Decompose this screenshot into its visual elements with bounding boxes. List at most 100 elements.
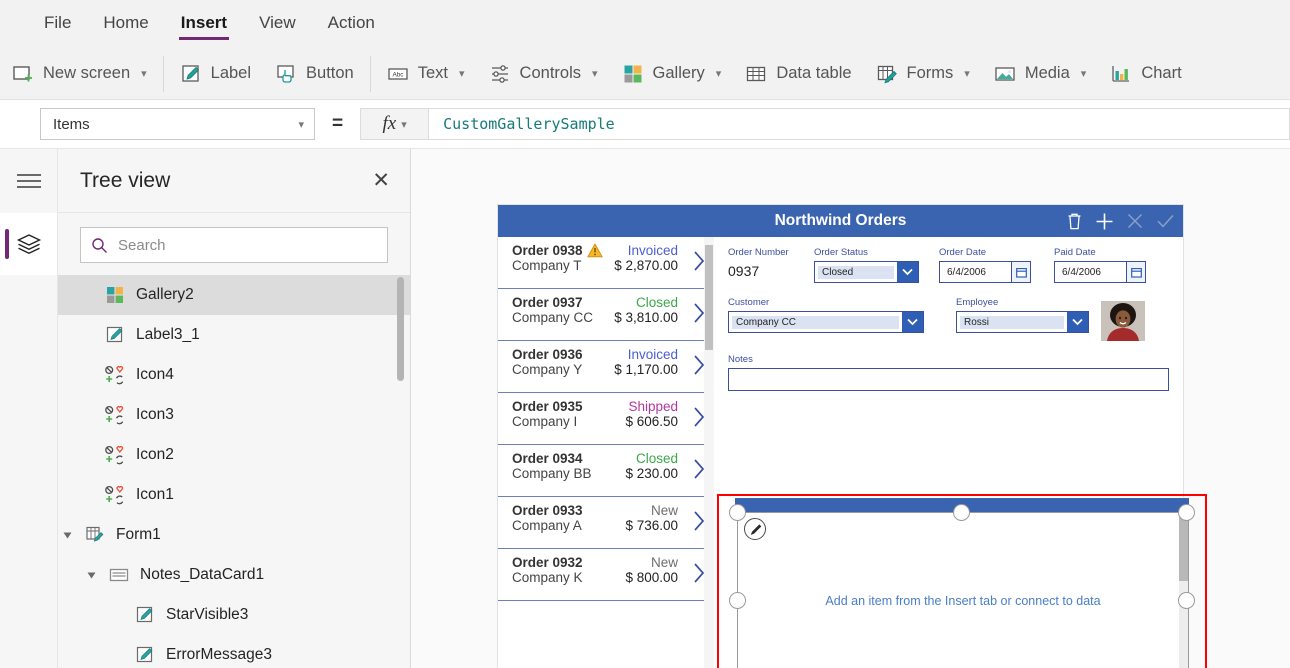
edit-gallery-button[interactable] — [744, 518, 766, 540]
new-screen-button[interactable]: New screen ▾ — [0, 54, 159, 94]
orders-gallery-scrollbar[interactable] — [704, 237, 714, 668]
tree-view-scrollbar[interactable] — [397, 275, 404, 668]
twisty-expanded-icon[interactable] — [60, 531, 74, 540]
order-row[interactable]: Order 0938 Invoiced Company T $ 2,870.00 — [498, 237, 714, 289]
controls-label: Controls — [519, 64, 581, 82]
order-status-label: Order Status — [814, 247, 868, 258]
chevron-down-icon[interactable] — [902, 312, 923, 332]
chevron-down-icon: ▾ — [459, 68, 465, 80]
order-row[interactable]: Order 0933 New Company A $ 736.00 — [498, 497, 714, 549]
inserted-gallery-body[interactable]: Add an item from the Insert tab or conne… — [737, 512, 1189, 668]
order-row[interactable]: Order 0936 Invoiced Company Y $ 1,170.00 — [498, 341, 714, 393]
media-button[interactable]: Media ▾ — [982, 54, 1098, 94]
menu-item-file[interactable]: File — [30, 7, 85, 42]
order-row[interactable]: Order 0934 Closed Company BB $ 230.00 — [498, 445, 714, 497]
cancel-icon[interactable] — [1126, 212, 1144, 230]
tree-node-label: Gallery2 — [136, 286, 194, 303]
chevron-down-icon[interactable] — [1067, 312, 1088, 332]
chevron-down-icon[interactable] — [897, 262, 918, 282]
menu-item-home[interactable]: Home — [89, 7, 162, 42]
resize-handle-middle-left[interactable] — [729, 592, 746, 609]
tree-node-label3-1[interactable]: Label3_1 — [58, 315, 410, 355]
delete-order-icon[interactable] — [1066, 212, 1083, 230]
hamburger-menu-button[interactable] — [0, 149, 57, 213]
paid-date-value: 6/4/2006 — [1062, 266, 1101, 278]
paid-date-picker[interactable]: 6/4/2006 — [1054, 261, 1146, 283]
resize-handle-middle-right[interactable] — [1178, 592, 1195, 609]
icons-group-icon — [104, 364, 126, 386]
tree-node-form1[interactable]: Form1 — [58, 515, 410, 555]
order-row-line2: Company A $ 736.00 — [512, 518, 704, 533]
menu-item-view[interactable]: View — [245, 7, 310, 42]
fx-button[interactable]: fx ▾ — [360, 108, 429, 140]
inserted-gallery-scroll-thumb[interactable] — [1179, 513, 1188, 581]
button-label: Button — [306, 64, 354, 82]
tree-view-panel: Tree view ✕ Search Gallery2 Label3_1 Ico… — [58, 149, 411, 668]
tree-node-notes-datacard1[interactable]: Notes_DataCard1 — [58, 555, 410, 595]
tree-node-label: Form1 — [116, 526, 161, 543]
inserted-gallery-scrollbar[interactable] — [1179, 513, 1188, 668]
order-status: Closed — [635, 295, 678, 310]
resize-handle-top-center[interactable] — [953, 504, 970, 521]
menu-item-action[interactable]: Action — [314, 7, 389, 42]
order-row[interactable]: Order 0932 New Company K $ 800.00 — [498, 549, 714, 601]
order-date-value: 6/4/2006 — [947, 266, 986, 278]
order-status-field: Order Status Closed — [814, 247, 939, 283]
button-button[interactable]: Button — [263, 54, 366, 94]
calendar-icon[interactable] — [1011, 262, 1030, 282]
tree-node-starvisible3[interactable]: StarVisible3 — [58, 595, 410, 635]
icons-group-icon — [104, 484, 126, 506]
tree-node-label: Label3_1 — [136, 326, 200, 343]
customer-dropdown[interactable]: Company CC — [728, 311, 924, 333]
order-date-label: Order Date — [939, 247, 986, 258]
resize-handle-top-right[interactable] — [1178, 504, 1195, 521]
controls-button[interactable]: Controls ▾ — [477, 54, 610, 94]
formula-input[interactable]: CustomGallerySample — [428, 108, 1290, 140]
add-order-icon[interactable] — [1095, 212, 1114, 231]
fx-icon: fx — [382, 113, 397, 134]
chart-button[interactable]: Chart — [1098, 54, 1193, 94]
order-status-dropdown[interactable]: Closed — [814, 261, 919, 283]
rail-item-tree-view[interactable] — [0, 213, 57, 275]
order-id: Order 0932 — [512, 555, 583, 570]
tree-view-scroll-thumb[interactable] — [397, 277, 404, 381]
tree-node-gallery2[interactable]: Gallery2 — [58, 275, 410, 315]
tree-node-icon3[interactable]: Icon3 — [58, 395, 410, 435]
gallery-button[interactable]: Gallery ▾ — [610, 54, 734, 94]
tree-node-icon4[interactable]: Icon4 — [58, 355, 410, 395]
icons-group-icon — [104, 444, 126, 466]
chevron-down-icon: ▾ — [592, 68, 598, 80]
inserted-gallery-selection[interactable]: Add an item from the Insert tab or conne… — [717, 494, 1207, 668]
order-date-picker[interactable]: 6/4/2006 — [939, 261, 1031, 283]
forms-button[interactable]: Forms ▾ — [864, 54, 982, 94]
property-selector[interactable]: Items ▾ — [40, 108, 315, 140]
tree-node-icon1[interactable]: Icon1 — [58, 475, 410, 515]
data-table-button[interactable]: Data table — [733, 54, 863, 94]
tree-node-label: Icon2 — [136, 446, 174, 463]
chevron-down-icon: ▾ — [298, 118, 304, 131]
tree-node-label: Icon3 — [136, 406, 174, 423]
employee-dropdown[interactable]: Rossi — [956, 311, 1089, 333]
twisty-expanded-icon[interactable] — [84, 571, 98, 580]
app-canvas[interactable]: Northwind Orders Order 0938 Invoiced Com… — [411, 149, 1290, 668]
resize-handle-top-left[interactable] — [729, 504, 746, 521]
order-row[interactable]: Order 0937 Closed Company CC $ 3,810.00 — [498, 289, 714, 341]
order-id: Order 0936 — [512, 347, 583, 362]
order-company: Company A — [512, 518, 582, 533]
notes-input[interactable] — [728, 368, 1169, 391]
menu-item-insert[interactable]: Insert — [167, 7, 241, 42]
orders-gallery-scroll-thumb[interactable] — [705, 245, 713, 350]
confirm-icon[interactable] — [1156, 212, 1175, 230]
calendar-icon[interactable] — [1126, 262, 1145, 282]
tree-node-errormessage3[interactable]: ErrorMessage3 — [58, 635, 410, 668]
orders-gallery[interactable]: Order 0938 Invoiced Company T $ 2,870.00 — [498, 237, 714, 668]
search-input[interactable]: Search — [80, 227, 388, 263]
order-row-line1: Order 0936 Invoiced — [512, 347, 704, 362]
tree-node-icon2[interactable]: Icon2 — [58, 435, 410, 475]
close-icon[interactable]: ✕ — [372, 170, 390, 191]
text-button[interactable]: Abc Text ▾ — [375, 54, 477, 94]
tree-node-label: ErrorMessage3 — [166, 646, 272, 663]
order-company: Company BB — [512, 466, 592, 481]
label-button[interactable]: Label — [168, 54, 263, 94]
order-row[interactable]: Order 0935 Shipped Company I $ 606.50 — [498, 393, 714, 445]
